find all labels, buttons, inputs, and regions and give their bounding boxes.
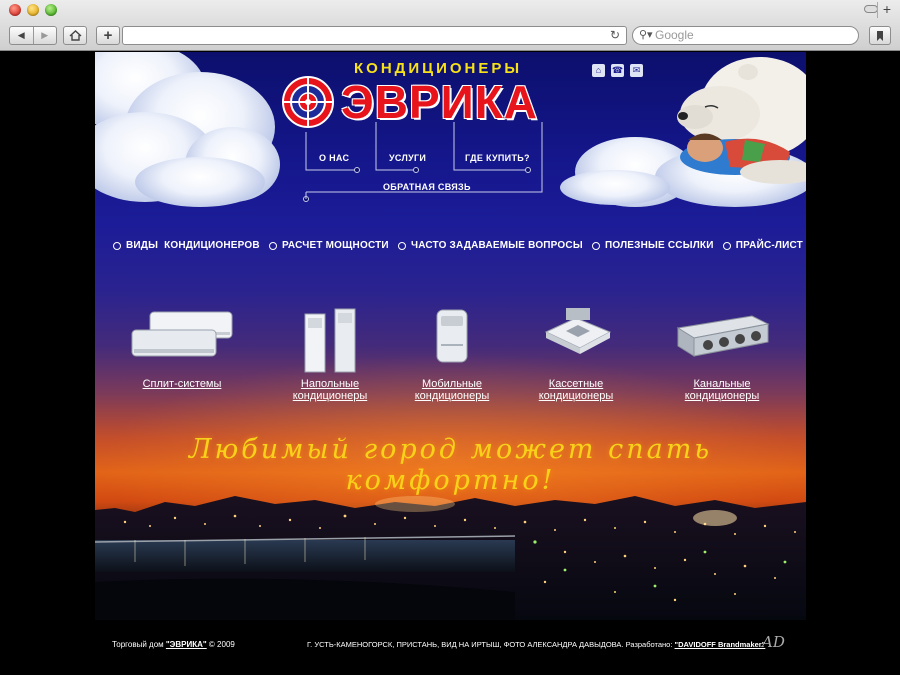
cassette-ac-image	[544, 308, 612, 354]
nav-services[interactable]: УСЛУГИ	[389, 153, 426, 163]
eureka-logo-icon[interactable]	[281, 75, 335, 129]
new-tab-button[interactable]: +	[877, 2, 896, 18]
close-window-button[interactable]	[9, 4, 21, 16]
circle-bullet-icon	[113, 241, 121, 250]
phone-icon[interactable]: ☎	[611, 64, 624, 77]
reload-icon[interactable]: ↻	[610, 28, 620, 42]
home-icon	[69, 30, 81, 41]
menu-item-label: РАСЧЕТ МОЩНОСТИ	[281, 240, 389, 251]
top-icon-bar: ⌂ ☎ ✉	[592, 64, 643, 77]
menu-item-label: ПРАЙС-ЛИСТ	[735, 240, 803, 251]
menu-item-price-list[interactable]: ПРАЙС-ЛИСТ	[722, 240, 803, 251]
footer-prefix: Торговый дом	[112, 640, 166, 649]
page-footer: Торговый дом "ЭВРИКА" © 2009 Г. УСТЬ-КАМ…	[0, 620, 900, 675]
product-label[interactable]: Напольные кондиционеры	[265, 378, 395, 402]
site-subtitle: КОНДИЦИОНЕРЫ	[354, 60, 523, 77]
footer-brand-link[interactable]: "ЭВРИКА"	[166, 640, 207, 649]
menu-item-power-calc[interactable]: РАСЧЕТ МОЩНОСТИ	[268, 240, 389, 251]
address-bar[interactable]: ↻	[122, 26, 627, 45]
product-label[interactable]: Канальные кондиционеры	[657, 378, 787, 402]
home-button[interactable]	[63, 26, 87, 45]
footer-photo-credit: Г. УСТЬ-КАМЕНОГОРСК, ПРИСТАНЬ, ВИД НА ИР…	[307, 640, 675, 649]
back-forward-group: ◀ ▶	[9, 26, 57, 45]
footer-suffix: © 2009	[206, 640, 235, 649]
product-split-systems[interactable]: Сплит-системы	[117, 304, 247, 390]
menu-item-label: ЧАСТО ЗАДАВАЕМЫЕ ВОПРОСЫ	[410, 240, 583, 251]
forward-button[interactable]: ▶	[34, 27, 57, 44]
window-controls	[9, 4, 57, 16]
author-signature-logo[interactable]: AD	[762, 633, 785, 651]
home-icon[interactable]: ⌂	[592, 64, 605, 77]
menu-item-label: ПОЛЕЗНЫЕ ССЫЛКИ	[604, 240, 714, 251]
night-city-photo	[95, 496, 806, 620]
footer-copyright: Торговый дом "ЭВРИКА" © 2009	[112, 640, 235, 649]
mail-icon[interactable]: ✉	[630, 64, 643, 77]
circle-bullet-icon	[397, 241, 406, 250]
browser-toolbar: + ◀ ▶ + ↻ ⚲▾ Google	[0, 0, 900, 51]
split-system-image	[131, 311, 233, 357]
footer-developer-link[interactable]: "DAVIDOFF Brandmaker"	[675, 640, 766, 649]
zoom-window-button[interactable]	[45, 4, 57, 16]
bookmarks-button[interactable]	[869, 26, 891, 45]
product-label[interactable]: Сплит-системы	[117, 378, 247, 390]
bookmark-icon	[877, 30, 883, 41]
search-field[interactable]: ⚲▾ Google	[632, 26, 859, 45]
product-label[interactable]: Мобильные кондиционеры	[387, 378, 517, 402]
footer-credits: Г. УСТЬ-КАМЕНОГОРСК, ПРИСТАНЬ, ВИД НА ИР…	[307, 640, 765, 649]
nav-where-to-buy[interactable]: ГДЕ КУПИТЬ?	[465, 153, 530, 163]
menu-item-label: ВИДЫ КОНДИЦИОНЕРОВ	[126, 240, 260, 251]
menu-item-faq[interactable]: ЧАСТО ЗАДАВАЕМЫЕ ВОПРОСЫ	[397, 240, 583, 251]
search-placeholder: Google	[655, 28, 694, 42]
nav-about[interactable]: О НАС	[319, 153, 349, 163]
brand-logo-text[interactable]: ЭВРИКА	[341, 77, 538, 127]
product-duct-ac[interactable]: Канальные кондиционеры	[657, 304, 787, 402]
nav-feedback[interactable]: ОБРАТНАЯ СВЯЗЬ	[383, 182, 471, 192]
search-icon: ⚲▾	[639, 29, 653, 41]
product-cassette-ac[interactable]: Кассетные кондиционеры	[511, 304, 641, 402]
circle-bullet-icon	[722, 241, 731, 250]
circle-bullet-icon	[591, 241, 600, 250]
back-button[interactable]: ◀	[10, 27, 34, 44]
web-page: КОНДИЦИОНЕРЫ ЭВРИКА ⌂ ☎ ✉ О НАС УСЛУГИ Г…	[95, 52, 806, 620]
mobile-ac-image	[436, 309, 468, 363]
duct-ac-image	[676, 315, 770, 357]
product-label[interactable]: Кассетные кондиционеры	[511, 378, 641, 402]
menu-item-ac-types[interactable]: ВИДЫ КОНДИЦИОНЕРОВ	[113, 240, 260, 251]
product-floor-ac[interactable]: Напольные кондиционеры	[265, 304, 395, 402]
main-menu: ВИДЫ КОНДИЦИОНЕРОВ РАСЧЕТ МОЩНОСТИ ЧАСТО…	[113, 240, 803, 251]
product-mobile-ac[interactable]: Мобильные кондиционеры	[387, 304, 517, 402]
circle-bullet-icon	[268, 241, 277, 250]
menu-item-useful-links[interactable]: ПОЛЕЗНЫЕ ССЫЛКИ	[591, 240, 714, 251]
add-bookmark-button[interactable]: +	[96, 26, 120, 45]
minimize-window-button[interactable]	[27, 4, 39, 16]
floor-ac-image	[304, 308, 356, 373]
